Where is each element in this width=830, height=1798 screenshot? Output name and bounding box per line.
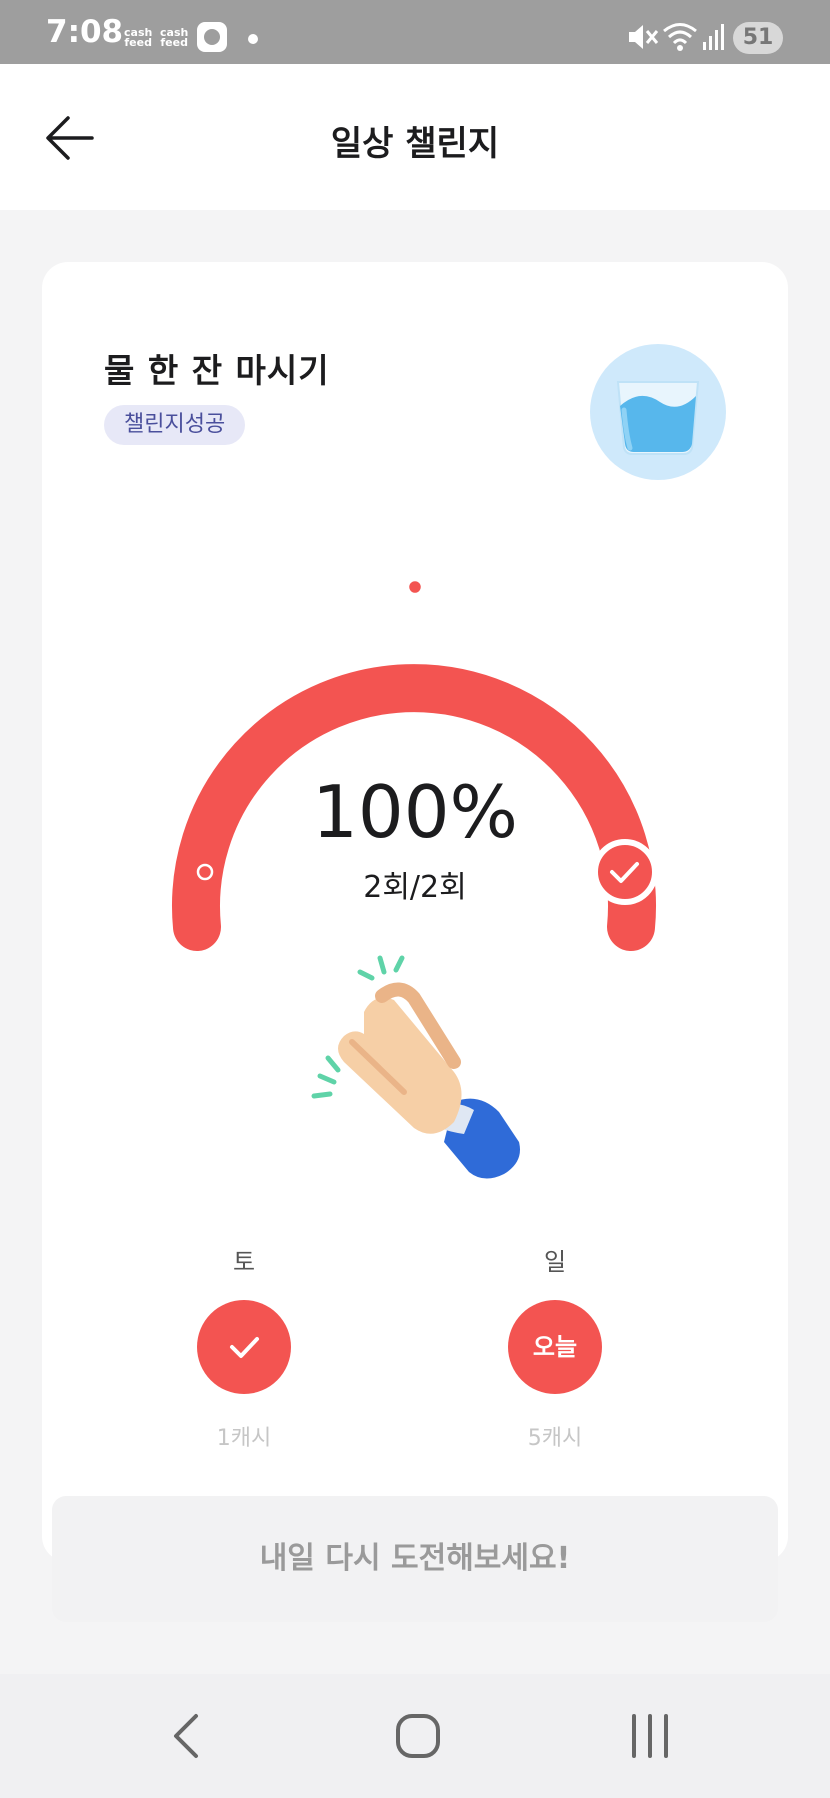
signal-icon bbox=[703, 24, 724, 50]
battery-icon: 51 bbox=[733, 22, 783, 54]
wifi-icon bbox=[663, 23, 697, 51]
clapping-hands-icon bbox=[311, 955, 520, 1179]
status-time: 7:08 bbox=[46, 14, 124, 50]
water-glass-icon bbox=[590, 344, 726, 480]
challenge-card: 물 한 잔 마시기 챌린지성공 100% 2회/2회 토 1캐시 일 오늘 5캐… bbox=[42, 262, 788, 1562]
status-bar: 7:08 cash feed cash feed 51 bbox=[0, 0, 830, 64]
recents-nav-icon[interactable] bbox=[620, 1708, 680, 1764]
mute-icon bbox=[629, 25, 659, 49]
cashfeed-notification-icon: cash feed bbox=[124, 26, 153, 49]
day-done-circle bbox=[197, 1300, 291, 1394]
home-nav-icon[interactable] bbox=[388, 1708, 448, 1764]
day-today-circle: 오늘 bbox=[508, 1300, 602, 1394]
status-badge: 챌린지성공 bbox=[104, 405, 246, 445]
cashfeed-notification-icon: cash feed bbox=[160, 26, 189, 49]
day-reward-sun: 5캐시 bbox=[527, 1426, 583, 1451]
check-icon bbox=[230, 1337, 259, 1358]
progress-count: 2회/2회 bbox=[363, 870, 467, 905]
day-label-sat: 토 bbox=[232, 1248, 256, 1276]
day-label-sun: 일 bbox=[543, 1248, 567, 1276]
retry-tomorrow-button[interactable]: 내일 다시 도전해보세요! bbox=[52, 1496, 778, 1622]
system-nav-bar bbox=[0, 1674, 830, 1798]
page-title: 일상 챌린지 bbox=[330, 124, 500, 164]
back-nav-icon[interactable] bbox=[156, 1708, 216, 1764]
gauge-marker bbox=[406, 578, 424, 596]
challenge-title: 물 한 잔 마시기 bbox=[104, 351, 330, 390]
progress-percent: 100% bbox=[312, 770, 518, 854]
app-header: 일상 챌린지 bbox=[0, 64, 830, 210]
notification-dot bbox=[248, 34, 258, 44]
app-icon bbox=[197, 22, 227, 52]
day-reward-sat: 1캐시 bbox=[216, 1426, 272, 1451]
